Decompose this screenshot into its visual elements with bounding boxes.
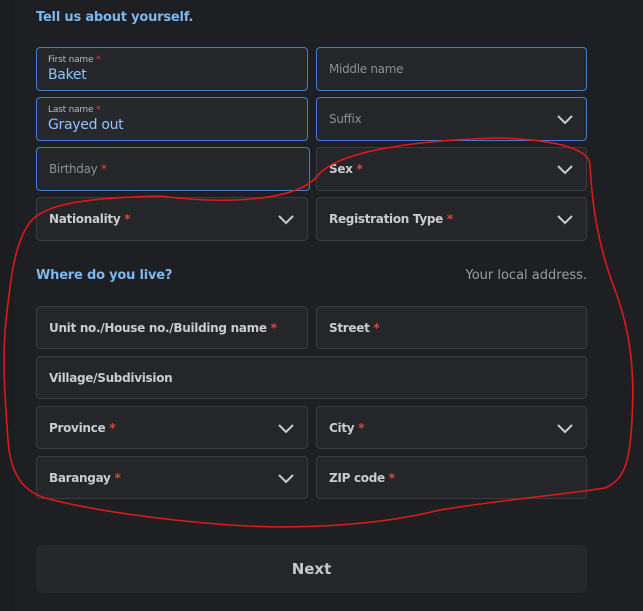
last-name-field[interactable]: Last name * Grayed out — [36, 97, 308, 141]
middle-name-field[interactable]: Middle name — [316, 47, 587, 91]
chevron-down-icon — [557, 215, 573, 225]
unit-no-placeholder: Unit no./House no./Building name * — [49, 320, 277, 335]
chevron-down-icon — [278, 423, 294, 433]
nationality-select[interactable]: Nationality * — [36, 197, 308, 241]
chevron-down-icon — [278, 473, 294, 483]
birthday-field[interactable]: Birthday * — [36, 147, 310, 191]
birthday-placeholder: Birthday * — [49, 162, 107, 176]
zip-code-field[interactable]: ZIP code * — [316, 456, 587, 499]
chevron-down-icon — [278, 215, 294, 225]
nationality-placeholder: Nationality * — [49, 212, 131, 226]
city-select[interactable]: City * — [316, 406, 587, 449]
province-placeholder: Province * — [49, 420, 116, 435]
last-name-label: Last name * — [48, 105, 101, 115]
suffix-placeholder: Suffix — [329, 112, 362, 126]
last-name-value: Grayed out — [48, 117, 124, 133]
section-title-address: Where do you live? — [36, 268, 173, 283]
barangay-placeholder: Barangay * — [49, 470, 121, 485]
first-name-label: First name * — [48, 55, 101, 65]
next-button[interactable]: Next — [36, 545, 587, 593]
sex-select[interactable]: Sex * — [316, 147, 587, 191]
street-field[interactable]: Street * — [316, 306, 587, 349]
village-field[interactable]: Village/Subdivision — [36, 356, 587, 399]
unit-no-field[interactable]: Unit no./House no./Building name * — [36, 306, 308, 349]
first-name-value: Baket — [48, 67, 87, 83]
street-placeholder: Street * — [329, 320, 380, 335]
sex-placeholder: Sex * — [329, 162, 363, 176]
province-select[interactable]: Province * — [36, 406, 308, 449]
registration-type-placeholder: Registration Type * — [329, 212, 453, 226]
barangay-select[interactable]: Barangay * — [36, 456, 308, 499]
city-placeholder: City * — [329, 420, 365, 435]
section-title-personal: Tell us about yourself. — [36, 10, 194, 25]
middle-name-placeholder: Middle name — [329, 62, 404, 76]
registration-type-select[interactable]: Registration Type * — [316, 197, 587, 241]
address-hint: Your local address. — [465, 268, 587, 283]
first-name-field[interactable]: First name * Baket — [36, 47, 308, 91]
village-placeholder: Village/Subdivision — [49, 370, 173, 385]
chevron-down-icon — [557, 165, 573, 175]
zip-code-placeholder: ZIP code * — [329, 470, 395, 485]
suffix-select[interactable]: Suffix — [316, 97, 587, 141]
chevron-down-icon — [557, 423, 573, 433]
chevron-down-icon — [557, 115, 573, 125]
